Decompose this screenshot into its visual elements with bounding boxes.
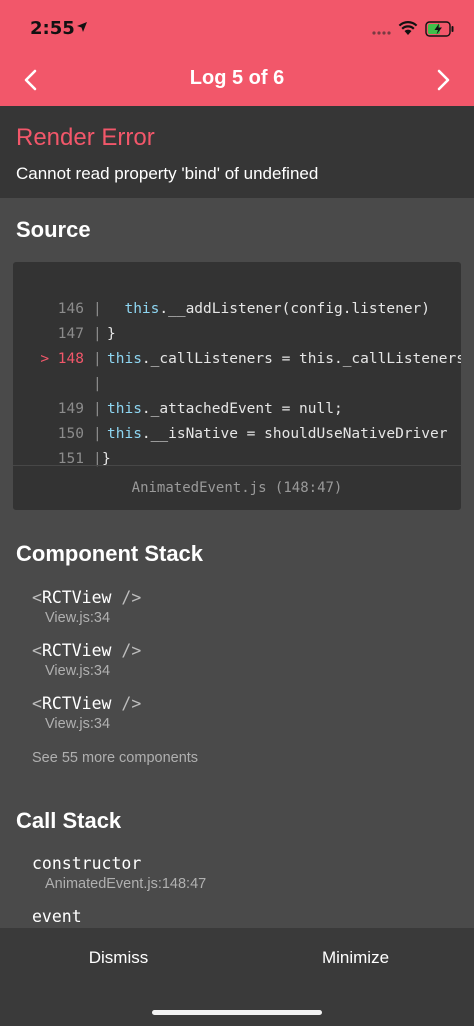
home-indicator[interactable] (152, 1010, 322, 1015)
component-location: View.js:34 (45, 663, 111, 679)
component-name: <RCTView /> (32, 641, 142, 660)
code-line: 151 |} (13, 426, 461, 467)
error-header: Render Error Cannot read property 'bind'… (0, 106, 474, 198)
divider (13, 465, 461, 466)
code-line: 146 | this.__addListener(config.listener) (13, 276, 461, 317)
location-arrow-icon (77, 22, 87, 32)
line-separator: | (93, 451, 102, 467)
source-file-location[interactable]: AnimatedEvent.js (148:47) (13, 480, 461, 496)
cellular-signal-icon (372, 31, 391, 35)
code-line-highlighted: > 148 | this._callListeners = this._callLi… (13, 326, 461, 367)
dismiss-button[interactable]: Dismiss (0, 948, 237, 968)
call-frame-name: constructor (32, 854, 142, 873)
code-line: 150 | this.__isNative = shouldUseNativeDri… (13, 401, 461, 442)
status-time: 2:55 (30, 18, 75, 39)
log-navigation: Log 5 of 6 (0, 54, 474, 106)
minimize-button[interactable]: Minimize (237, 948, 474, 968)
status-bar: 2:55 (0, 0, 474, 54)
code-frame[interactable]: 146 | this.__addListener(config.listener)… (13, 262, 461, 510)
code-line: 147 |} (13, 301, 461, 342)
chevron-right-icon[interactable] (430, 67, 456, 93)
code-line: | (13, 351, 461, 392)
component-name: <RCTView /> (32, 694, 142, 713)
component-location: View.js:34 (45, 610, 111, 626)
call-frame-name: event (32, 907, 82, 926)
wifi-icon (398, 21, 418, 35)
component-location: View.js:34 (45, 716, 111, 732)
code-line: 149 | this._attachedEvent = null; (13, 376, 461, 417)
error-title: Render Error (16, 124, 155, 151)
source-heading: Source (16, 217, 91, 242)
log-title: Log 5 of 6 (189, 67, 285, 89)
header: 2:55 Log 5 of 6 (0, 0, 474, 106)
error-message: Cannot read property 'bind' of undefined (16, 164, 319, 183)
call-frame-location: AnimatedEvent.js:148:47 (45, 876, 207, 892)
battery-charging-icon (425, 21, 454, 37)
component-name: <RCTView /> (32, 588, 142, 607)
line-code: } (102, 451, 111, 467)
component-stack-heading: Component Stack (16, 541, 204, 566)
call-stack-heading: Call Stack (16, 808, 122, 833)
see-more-components-link[interactable]: See 55 more components (32, 750, 198, 766)
